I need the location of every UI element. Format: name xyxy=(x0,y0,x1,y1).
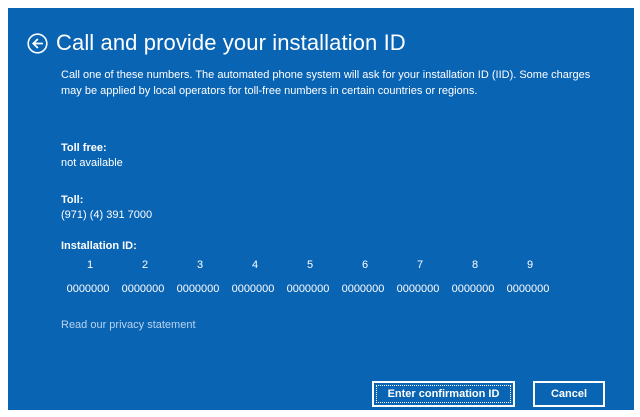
installation-id-label: Installation ID: xyxy=(61,240,137,252)
privacy-statement-link[interactable]: Read our privacy statement xyxy=(61,319,196,331)
id-group-number: 6 xyxy=(361,259,369,271)
id-group-value: 0000000 xyxy=(231,283,275,295)
toll-label: Toll: xyxy=(61,194,84,206)
back-button[interactable] xyxy=(27,32,48,54)
id-group-value: 0000000 xyxy=(451,283,495,295)
id-group-value: 0000000 xyxy=(286,283,330,295)
toll-free-value: not available xyxy=(61,157,123,169)
cancel-button[interactable]: Cancel xyxy=(533,381,605,407)
id-group-number: 7 xyxy=(416,259,424,271)
id-group-number: 4 xyxy=(251,259,259,271)
id-group-number: 9 xyxy=(526,259,534,271)
id-group-number: 2 xyxy=(141,259,149,271)
id-group-value: 0000000 xyxy=(176,283,220,295)
enter-confirmation-id-button[interactable]: Enter confirmation ID xyxy=(372,381,515,407)
id-group-value: 0000000 xyxy=(66,283,110,295)
id-group-value: 0000000 xyxy=(396,283,440,295)
id-group-number: 5 xyxy=(306,259,314,271)
id-group-number: 1 xyxy=(86,259,94,271)
back-arrow-circle-icon xyxy=(27,32,48,54)
header: Call and provide your installation ID xyxy=(27,30,406,56)
instructions-text: Call one of these numbers. The automated… xyxy=(61,69,591,97)
toll-free-label: Toll free: xyxy=(61,142,107,154)
toll-number: (971) (4) 391 7000 xyxy=(61,209,153,221)
id-group-value: 0000000 xyxy=(341,283,385,295)
id-group-value: 0000000 xyxy=(506,283,550,295)
id-group-number: 8 xyxy=(471,259,479,271)
activation-dialog: Call and provide your installation ID Ca… xyxy=(8,8,634,410)
id-group-number: 3 xyxy=(196,259,204,271)
id-group-value: 0000000 xyxy=(121,283,165,295)
page-title: Call and provide your installation ID xyxy=(56,30,406,55)
